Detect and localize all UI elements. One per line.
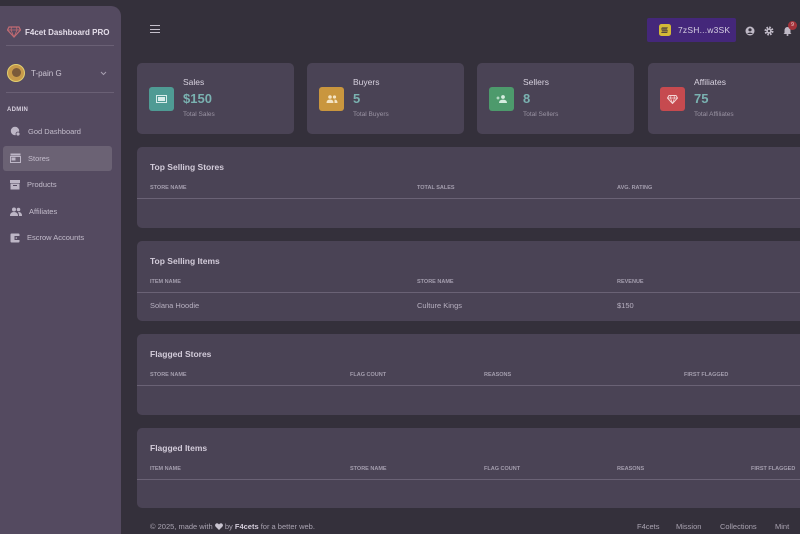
stat-card-buyers: Buyers 5 Total Buyers xyxy=(307,63,464,134)
sidebar-item-escrow-accounts[interactable]: Escrow Accounts xyxy=(3,225,112,250)
flagged-items-panel: Flagged Items ITEM NAME STORE NAME FLAG … xyxy=(137,428,800,508)
diamond-icon xyxy=(667,94,678,104)
sidebar-item-affiliates[interactable]: Affiliates xyxy=(3,199,112,224)
panel-title: Top Selling Stores xyxy=(150,162,224,172)
stat-title: Buyers xyxy=(353,77,380,87)
column-header[interactable]: AVG. RATING xyxy=(617,185,652,191)
avatar xyxy=(7,64,25,82)
stat-icon-bg xyxy=(319,87,344,111)
column-header[interactable]: STORE NAME xyxy=(350,466,387,472)
stat-value: 8 xyxy=(523,91,531,106)
menu-icon[interactable] xyxy=(150,25,160,34)
stat-value: $150 xyxy=(183,91,212,106)
person-add-icon xyxy=(496,95,507,103)
sidebar-item-label: Products xyxy=(27,180,57,189)
column-header[interactable]: FLAG COUNT xyxy=(350,372,386,378)
column-header[interactable]: FIRST FLAGGED xyxy=(684,372,728,378)
footer-link-mint[interactable]: Mint xyxy=(775,522,789,531)
table-cell: Culture Kings xyxy=(417,301,463,310)
divider xyxy=(6,92,114,93)
column-header[interactable]: STORE NAME xyxy=(150,372,187,378)
top-selling-items-panel: Top Selling Items ITEM NAME STORE NAME R… xyxy=(137,241,800,321)
flagged-stores-panel: Flagged Stores STORE NAME FLAG COUNT REA… xyxy=(137,334,800,415)
sidebar-item-label: Stores xyxy=(28,153,50,163)
stat-value: 5 xyxy=(353,91,361,106)
gem-icon xyxy=(7,26,21,38)
footer-tail: for a better web. xyxy=(260,522,315,531)
sidebar-item-stores[interactable]: Stores xyxy=(3,145,112,171)
dashboard-icon xyxy=(10,126,21,137)
stat-title: Affiliates xyxy=(694,77,726,87)
footer-brand-link[interactable]: F4cets xyxy=(235,522,259,531)
gear-icon[interactable] xyxy=(764,26,774,36)
group-icon xyxy=(326,95,337,103)
store-icon xyxy=(10,153,21,163)
column-header[interactable]: REASONS xyxy=(484,372,511,378)
footer-link-f4cets[interactable]: F4cets xyxy=(637,522,660,531)
header-divider xyxy=(137,292,800,293)
panel-title: Flagged Items xyxy=(150,443,208,453)
header-divider xyxy=(137,385,800,386)
stat-subtitle: Total Sellers xyxy=(523,111,559,118)
stat-icon-bg xyxy=(660,87,685,111)
sidebar-item-products[interactable]: Products xyxy=(3,172,112,197)
wallet-address: 7zSH...w3SK xyxy=(678,25,731,35)
column-header[interactable]: STORE NAME xyxy=(417,279,454,285)
header-divider xyxy=(137,479,800,480)
stat-card-sellers: Sellers 8 Total Sellers xyxy=(477,63,634,134)
stat-value: 75 xyxy=(694,91,709,106)
sidebar-item-label: Affiliates xyxy=(29,206,58,216)
cash-icon xyxy=(156,95,167,103)
column-header[interactable]: FIRST FLAGGED xyxy=(751,466,795,472)
brand-name: F4cet Dashboard PRO xyxy=(25,27,110,37)
account-icon[interactable] xyxy=(745,26,755,36)
stat-card-affiliates: Affiliates 75 Total Affiliates xyxy=(648,63,800,134)
table-cell: Solana Hoodie xyxy=(150,301,200,310)
heart-icon xyxy=(214,522,223,530)
stat-subtitle: Total Sales xyxy=(183,111,215,118)
divider xyxy=(6,45,114,46)
user-name: T-pain G xyxy=(31,68,62,78)
column-header[interactable]: FLAG COUNT xyxy=(484,466,520,472)
stat-title: Sales xyxy=(183,77,205,87)
column-header[interactable]: TOTAL SALES xyxy=(417,185,455,191)
panel-title: Flagged Stores xyxy=(150,349,212,359)
column-header[interactable]: ITEM NAME xyxy=(150,466,181,472)
column-header[interactable]: REVENUE xyxy=(617,279,644,285)
table-cell: $150 xyxy=(617,301,634,310)
stat-icon-bg xyxy=(149,87,174,111)
archive-icon xyxy=(10,179,20,189)
panel-title: Top Selling Items xyxy=(150,256,220,266)
footer-link-collections[interactable]: Collections xyxy=(720,522,757,531)
sidebar-nav: God Dashboard Stores Products Affiliates… xyxy=(3,119,112,252)
column-header[interactable]: STORE NAME xyxy=(150,185,187,191)
notification-badge: 9 xyxy=(788,21,797,30)
sidebar-item-god-dashboard[interactable]: God Dashboard xyxy=(3,119,112,144)
stat-subtitle: Total Buyers xyxy=(353,111,389,118)
user-menu[interactable]: T-pain G xyxy=(7,64,107,82)
solana-icon xyxy=(659,24,671,36)
chevron-down-icon xyxy=(100,71,107,75)
stat-icon-bg xyxy=(489,87,514,111)
column-header[interactable]: ITEM NAME xyxy=(150,279,181,285)
header-divider xyxy=(137,198,800,199)
footer-by: by xyxy=(224,522,233,531)
wallet-icon xyxy=(10,233,20,242)
top-selling-stores-panel: Top Selling Stores STORE NAME TOTAL SALE… xyxy=(137,147,800,228)
sidebar-item-label: Escrow Accounts xyxy=(27,233,85,242)
footer-credit: © 2025, made with by F4cets for a better… xyxy=(150,522,315,531)
stat-title: Sellers xyxy=(523,77,549,87)
people-icon xyxy=(10,207,22,216)
stat-card-sales: Sales $150 Total Sales xyxy=(137,63,294,134)
footer-copyright: © 2025, made with xyxy=(150,522,213,531)
sidebar: F4cet Dashboard PRO T-pain G ADMIN God D… xyxy=(0,6,121,534)
brand[interactable]: F4cet Dashboard PRO xyxy=(7,26,109,38)
stat-subtitle: Total Affiliates xyxy=(694,111,734,118)
section-label-admin: ADMIN xyxy=(7,107,29,113)
sidebar-item-label: God Dashboard xyxy=(28,127,81,136)
column-header[interactable]: REASONS xyxy=(617,466,644,472)
wallet-button[interactable]: 7zSH...w3SK xyxy=(647,18,736,42)
footer-link-mission[interactable]: Mission xyxy=(676,522,701,531)
